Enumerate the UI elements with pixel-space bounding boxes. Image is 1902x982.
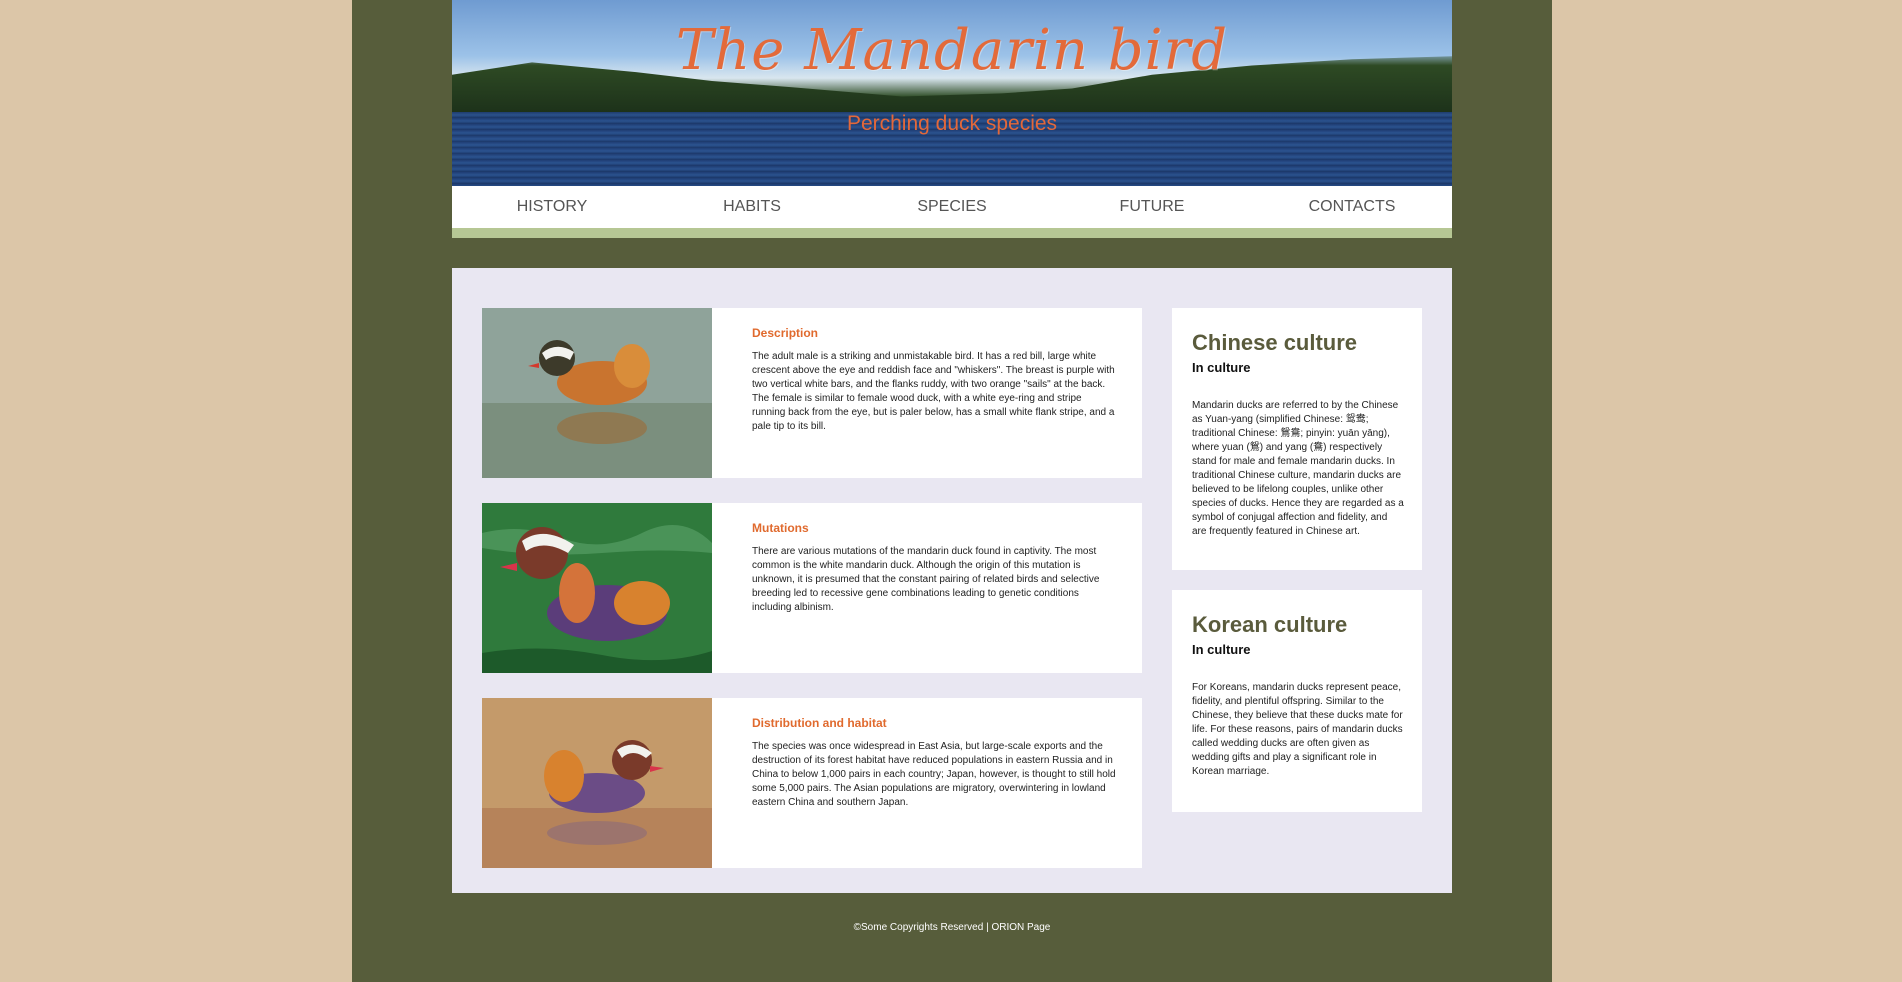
article-card-distribution: Distribution and habitat The species was…: [482, 698, 1142, 868]
main-nav: HISTORY HABITS SPECIES FUTURE CONTACTS: [452, 186, 1452, 238]
duck-photo: [482, 308, 712, 478]
sidebar-subtitle: In culture: [1192, 360, 1251, 375]
article-text: Mutations There are various mutations of…: [752, 521, 1117, 615]
article-body: The adult male is a striking and unmista…: [752, 351, 1115, 432]
nav-item-species[interactable]: SPECIES: [852, 186, 1052, 228]
article-text: Description The adult male is a striking…: [752, 326, 1117, 434]
site-title: The Mandarin bird: [675, 18, 1229, 83]
article-card-mutations: Mutations There are various mutations of…: [482, 503, 1142, 673]
nav-item-habits[interactable]: HABITS: [652, 186, 852, 228]
article-card-description: Description The adult male is a striking…: [482, 308, 1142, 478]
nav-item-future[interactable]: FUTURE: [1052, 186, 1252, 228]
sidebar-body: For Koreans, mandarin ducks represent pe…: [1192, 682, 1403, 777]
main-content: Description The adult male is a striking…: [452, 268, 1452, 893]
duck-photo: [482, 503, 712, 673]
sidebar-subtitle: In culture: [1192, 642, 1251, 657]
article-text: Distribution and habitat The species was…: [752, 716, 1117, 810]
duck-photo: [482, 698, 712, 868]
sidebar-body: Mandarin ducks are referred to by the Ch…: [1192, 400, 1404, 537]
article-heading: Distribution and habitat: [752, 716, 887, 730]
article-body: The species was once widespread in East …: [752, 741, 1116, 808]
nav-item-contacts[interactable]: CONTACTS: [1252, 186, 1452, 228]
sidebar-title: Chinese culture: [1192, 330, 1358, 355]
page-wrapper: The Mandarin bird Perching duck species …: [352, 0, 1552, 982]
article-body: There are various mutations of the manda…: [752, 546, 1100, 613]
header-banner: The Mandarin bird Perching duck species: [452, 0, 1452, 186]
article-heading: Mutations: [752, 521, 809, 535]
sidebar-box-korean-culture: Korean culture In culture For Koreans, m…: [1172, 590, 1422, 812]
article-heading: Description: [752, 326, 819, 340]
sidebar-box-chinese-culture: Chinese culture In culture Mandarin duck…: [1172, 308, 1422, 570]
sidebar-title: Korean culture: [1192, 612, 1348, 637]
footer-copyright: ©Some Copyrights Reserved | ORION Page: [853, 922, 1051, 933]
site-subtitle: Perching duck species: [846, 112, 1058, 135]
nav-item-history[interactable]: HISTORY: [452, 186, 652, 228]
